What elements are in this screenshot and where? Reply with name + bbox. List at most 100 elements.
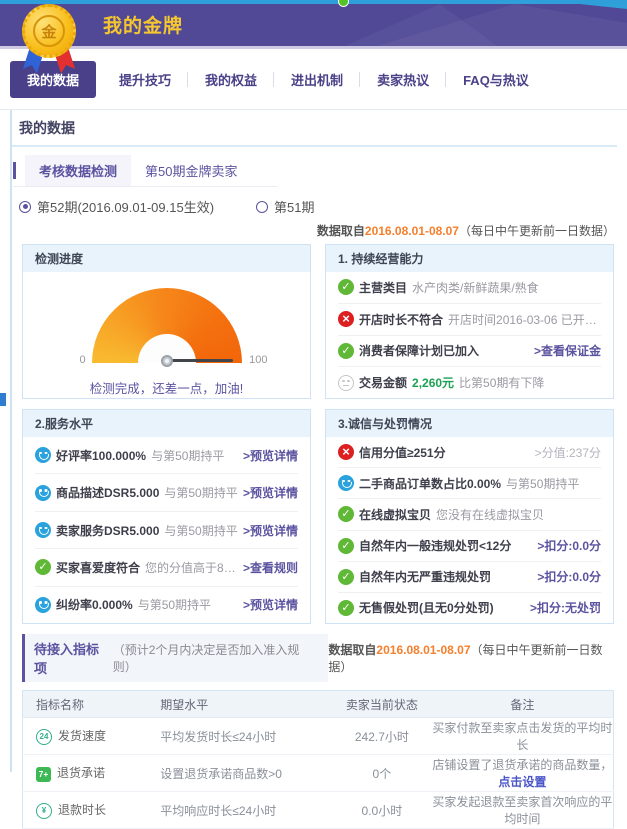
- metric-row: 买家喜爱度符合 您的分值高于80分 >查看规则: [35, 548, 298, 585]
- card-header: 1. 持续经营能力: [326, 245, 613, 272]
- metric-label: 开店时长不符合: [359, 311, 443, 328]
- tab-entry-exit[interactable]: 进出机制: [274, 61, 360, 98]
- metric-row: 纠纷率0.000% 与第50期持平 >预览详情: [35, 586, 298, 623]
- table-row: ¥退款时长 平均响应时长≤24小时 0.0小时 买家发起退款至卖家首次响应的平均…: [23, 792, 614, 829]
- pending-title: 待接入指标项: [34, 639, 109, 677]
- metric-row: 信用分值≥251分 >分值:237分: [338, 437, 601, 467]
- check-icon: [35, 559, 51, 575]
- note-date-range: 2016.08.01-08.07: [365, 224, 459, 238]
- check-icon: [338, 343, 354, 359]
- preview-detail-link[interactable]: >预览详情: [243, 522, 298, 539]
- metric-label: 在线虚拟宝贝: [359, 506, 431, 523]
- check-icon: [338, 600, 354, 616]
- pending-subtitle: （预计2个月内决定是否加入准入规则）: [113, 641, 315, 675]
- card-header: 检测进度: [23, 245, 310, 272]
- metric-label: 好评率100.000%: [56, 447, 146, 464]
- smiley-icon: [35, 597, 51, 613]
- tab-improve-skills[interactable]: 提升技巧: [102, 61, 188, 98]
- current-status: 242.7小时: [332, 718, 432, 755]
- main-content: 我的数据 考核数据检测 第50期金牌卖家 第52期(2016.09.01-09.…: [12, 110, 617, 829]
- metric-label: 二手商品订单数占比0.00%: [359, 475, 501, 492]
- subtab-accent-bar: [13, 162, 16, 179]
- view-deposit-link[interactable]: >查看保证金: [534, 342, 601, 359]
- gauge-min-label: 0: [80, 354, 86, 366]
- metric-label: 交易金额: [359, 374, 407, 391]
- radio-checked-icon[interactable]: [19, 201, 31, 213]
- indicator-name: 退货承诺: [57, 766, 105, 780]
- metric-detail: 与第50期持平: [151, 447, 224, 464]
- metric-label: 无售假处罚(且无0分处罚): [359, 599, 494, 616]
- metric-detail: 与第50期持平: [164, 484, 237, 501]
- pending-indicators-table: 指标名称 期望水平 卖家当前状态 备注 24发货速度 平均发货时长≤24小时 2…: [22, 690, 614, 829]
- note-suffix: （每日中午更新前一日数据）: [459, 224, 615, 238]
- radio-period-51[interactable]: 第51期: [256, 197, 314, 216]
- table-header-row: 指标名称 期望水平 卖家当前状态 备注: [23, 691, 614, 718]
- col-header-indicator: 指标名称: [23, 691, 153, 718]
- preview-detail-link[interactable]: >预览详情: [243, 447, 298, 464]
- tab-seller-discussion[interactable]: 卖家热议: [360, 61, 446, 98]
- gauge-body: 0 100 检测完成，还差一点，加油!: [23, 272, 310, 398]
- check-icon: [338, 538, 354, 554]
- refund-time-icon: ¥: [36, 803, 52, 819]
- data-source-note: 数据取自2016.08.01-08.07（每日中午更新前一日数据）: [12, 222, 617, 236]
- tab-faq[interactable]: FAQ与热议: [446, 61, 546, 98]
- radio-label: 第52期(2016.09.01-09.15生效): [37, 197, 214, 216]
- preview-detail-link[interactable]: >预览详情: [243, 596, 298, 613]
- metric-detail: 与第50期持平: [164, 522, 237, 539]
- remark: 买家发起退款至卖家首次响应的平均时间: [432, 792, 614, 829]
- metric-row: 消费者保障计划已加入 >查看保证金: [338, 335, 601, 367]
- metric-detail: 比第50期有下降: [459, 374, 544, 391]
- metric-row: 交易金额 2,260元 比第50期有下降: [338, 366, 601, 398]
- subtab-assessment-check[interactable]: 考核数据检测: [25, 155, 131, 186]
- click-to-set-link[interactable]: 点击设置: [498, 775, 546, 789]
- gauge-message: 检测完成，还差一点，加油!: [35, 378, 298, 397]
- card-check-progress: 检测进度 0 100 检测完成，还差一点，加油!: [22, 244, 311, 399]
- metric-detail: 与第50期持平: [138, 596, 211, 613]
- table-row: 24发货速度 平均发货时长≤24小时 242.7小时 买家付款至卖家点击发货的平…: [23, 718, 614, 755]
- data-source-note: 数据取自2016.08.01-08.07（每日中午更新前一日数据）: [328, 641, 614, 675]
- page-title: 我的金牌: [103, 11, 183, 38]
- tab-my-benefits[interactable]: 我的权益: [188, 61, 274, 98]
- progress-gauge: 0 100: [92, 288, 242, 363]
- metric-row: 主营类目 水产肉类/新鲜蔬果/熟食: [338, 272, 601, 303]
- expected-level: 平均响应时长≤24小时: [152, 792, 332, 829]
- metric-label: 商品描述DSR5.000: [56, 484, 159, 501]
- deduction-link[interactable]: >扣分:无处罚: [530, 599, 601, 616]
- gold-medal-icon: 金: [20, 4, 78, 78]
- radio-unchecked-icon[interactable]: [256, 201, 268, 213]
- radio-period-52[interactable]: 第52期(2016.09.01-09.15生效): [19, 197, 214, 216]
- top-accent-line: [0, 0, 627, 4]
- metric-label: 消费者保障计划已加入: [359, 342, 479, 359]
- check-icon: [338, 506, 354, 522]
- metric-label: 自然年内无严重违规处罚: [359, 568, 491, 585]
- current-status: 0.0小时: [332, 792, 432, 829]
- deduction-link[interactable]: >扣分:0.0分: [537, 568, 601, 585]
- subtab-period50-sellers[interactable]: 第50期金牌卖家: [131, 155, 251, 186]
- metric-row: 自然年内无严重违规处罚 >扣分:0.0分: [338, 561, 601, 592]
- view-rules-link[interactable]: >查看规则: [243, 559, 298, 576]
- score-value-text: >分值:237分: [535, 444, 601, 461]
- cross-icon: [338, 444, 354, 460]
- metric-detail: 开店时间2016-03-06 已开店156天: [448, 311, 601, 328]
- note-prefix: 数据取自: [317, 224, 365, 238]
- metric-label: 买家喜爱度符合: [56, 559, 140, 576]
- left-scrollbar-fragment: [0, 393, 6, 406]
- medal-character: 金: [33, 15, 65, 47]
- indicator-name: 发货速度: [58, 729, 106, 743]
- nav-tabs: 我的数据 提升技巧 我的权益 进出机制 卖家热议 FAQ与热议: [0, 49, 627, 110]
- medal-disc: 金: [22, 4, 76, 58]
- period-selector: 第52期(2016.09.01-09.15生效) 第51期: [19, 197, 617, 216]
- card-service-level: 2.服务水平 好评率100.000% 与第50期持平 >预览详情 商品描述DSR…: [22, 409, 311, 624]
- preview-detail-link[interactable]: >预览详情: [243, 484, 298, 501]
- radio-label: 第51期: [274, 197, 314, 216]
- deduction-link[interactable]: >扣分:0.0分: [537, 537, 601, 554]
- metric-row: 商品描述DSR5.000 与第50期持平 >预览详情: [35, 473, 298, 510]
- metric-label: 主营类目: [359, 279, 407, 296]
- section-title: 我的数据: [12, 110, 617, 147]
- remark: 买家付款至卖家点击发货的平均时长: [432, 718, 614, 755]
- smiley-icon: [338, 475, 354, 491]
- gauge-hub: [161, 355, 173, 367]
- pending-indicators-section: 待接入指标项 （预计2个月内决定是否加入准入规则） 数据取自2016.08.01…: [22, 634, 614, 829]
- metric-row: 在线虚拟宝贝 您没有在线虚拟宝贝: [338, 498, 601, 529]
- header-banner: 我的金牌: [0, 0, 627, 46]
